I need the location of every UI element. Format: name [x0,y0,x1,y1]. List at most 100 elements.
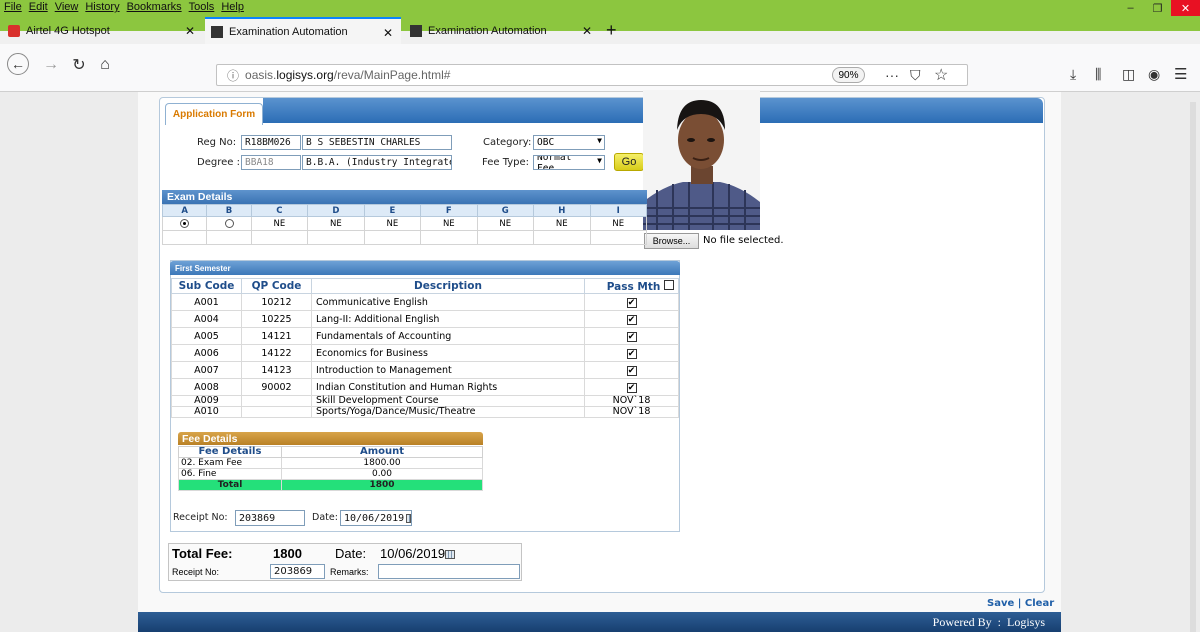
close-tab-icon[interactable]: ✕ [582,24,592,38]
sub-code: A005 [171,327,242,345]
exam-cell: NE [420,216,478,231]
qp-code: 14123 [241,361,312,379]
table-row: A008 90002 Indian Constitution and Human… [171,378,679,396]
exam-cell [161,216,208,231]
category-select[interactable]: OBC ▼ [533,135,605,150]
close-tab-icon[interactable]: ✕ [383,26,393,40]
powered-by-text: Powered By : Logisys [932,615,1045,629]
page-actions-icon[interactable]: ··· [885,67,899,83]
exam-cell [161,230,208,245]
save-link[interactable]: Save [987,598,1014,609]
pass-checkbox[interactable]: ✔ [626,348,637,359]
pass-cell: ✔ [584,293,679,311]
receipt-no-label: Receipt No: [173,512,228,523]
menu-file[interactable]: File [4,1,22,15]
degree-name-field[interactable]: B.B.A. (Industry Integrated) [302,155,452,170]
fee-name: 06. Fine [178,468,282,480]
menu-help[interactable]: Help [221,1,244,15]
radio-b[interactable] [224,218,234,228]
exam-cell [307,230,365,245]
browse-button[interactable]: Browse... [644,233,699,249]
pocket-icon[interactable]: ⛉ [910,67,921,84]
category-value: OBC [537,137,555,148]
tab-examination-active[interactable]: Examination Automation ✕ [205,17,401,44]
pass-cell: ✔ [584,310,679,328]
pass-checkbox[interactable]: ✔ [626,365,637,376]
home-icon[interactable]: ⌂ [94,54,116,76]
date-field[interactable]: 10/06/2019 [340,510,412,526]
fee-amount: 0.00 [281,468,483,480]
sidebar-icon[interactable]: ◫ [1122,66,1135,83]
exam-cell [206,216,252,231]
student-name-field[interactable]: B S SEBESTIN CHARLES [302,135,452,150]
tab-examination[interactable]: Examination Automation ✕ [404,17,600,44]
exam-cell [250,230,309,245]
degree-code-field[interactable]: BBA18 [241,155,301,170]
account-icon[interactable]: ◉ [1148,66,1160,83]
reload-icon[interactable]: ↻ [68,54,90,76]
summary-date-field[interactable]: 10/06/2019 [380,546,456,561]
exam-col-e: E [363,204,422,217]
exam-cell [363,230,422,245]
summary-receipt-label: Receipt No: [172,567,220,577]
tab-application-form[interactable]: Application Form [165,103,263,125]
qp-code: 14121 [241,327,312,345]
exam-col-b: B [206,204,252,217]
menu-icon[interactable]: ☰ [1174,65,1187,83]
menu-bookmarks[interactable]: Bookmarks [127,1,182,15]
receipt-no-field[interactable]: 203869 [235,510,305,526]
sub-code: A001 [171,293,242,311]
pass-month: NOV`18 [584,395,679,407]
summary-date-label: Date: [335,546,367,561]
summary-receipt-field[interactable]: 203869 [270,564,325,579]
go-button[interactable]: Go [614,153,644,171]
new-tab-button[interactable]: + [606,17,626,44]
library-icon[interactable]: ⫼ [1095,66,1101,83]
menu-view[interactable]: View [55,1,79,15]
pass-checkbox[interactable]: ✔ [626,314,637,325]
clear-link[interactable]: Clear [1025,598,1054,609]
exam-cell [206,230,252,245]
exam-cell: NE [589,216,647,231]
reg-no-label: Reg No: [197,137,237,148]
fee-col-amount: Amount [281,446,483,458]
select-all-checkbox[interactable] [664,279,674,290]
pass-mth-label: Pass Mth [606,280,661,293]
fee-details-header: Fee Details [178,432,483,445]
calendar-icon[interactable] [406,513,411,523]
menu-history[interactable]: History [85,1,119,15]
tab-airtel[interactable]: Airtel 4G Hotspot ✕ [8,17,203,44]
close-tab-icon[interactable]: ✕ [185,24,195,38]
sub-code: A008 [171,378,242,396]
calendar-icon[interactable] [445,550,456,560]
menu-edit[interactable]: Edit [29,1,48,15]
date-label: Date: [312,512,338,523]
page-scrollbar[interactable] [1190,102,1196,632]
download-icon[interactable]: ⤓ [1070,66,1076,83]
reg-no-field[interactable]: R18BM026 [241,135,301,150]
menu-tools[interactable]: Tools [189,1,215,15]
minimize-button[interactable]: – [1117,0,1144,16]
pass-checkbox[interactable]: ✔ [626,382,637,393]
zoom-level[interactable]: 90% [832,67,865,83]
radio-a[interactable] [180,218,190,228]
restore-button[interactable]: ❐ [1144,0,1171,16]
qp-code: 14122 [241,344,312,362]
sub-code: A006 [171,344,242,362]
fee-type-select[interactable]: Normal Fee ▼ [533,155,605,170]
pass-checkbox[interactable]: ✔ [626,331,637,342]
remarks-input[interactable] [378,564,520,579]
close-window-button[interactable]: ✕ [1171,0,1200,16]
bookmark-star-icon[interactable]: ☆ [934,65,948,85]
page-footer: Powered By : Logisys [138,612,1061,632]
back-icon[interactable]: ← [7,53,29,75]
info-icon[interactable]: ⓘ [227,67,239,84]
category-label: Category: [483,137,532,148]
tab-title: Examination Automation [229,25,348,38]
tab-title: Airtel 4G Hotspot [26,24,110,37]
forward-icon[interactable]: → [40,54,62,76]
pass-cell: ✔ [584,378,679,396]
table-row: A010 Sports/Yoga/Dance/Music/Theatre NOV… [171,406,679,418]
pass-checkbox[interactable]: ✔ [626,297,637,308]
form-actions: Save | Clear [987,598,1054,609]
